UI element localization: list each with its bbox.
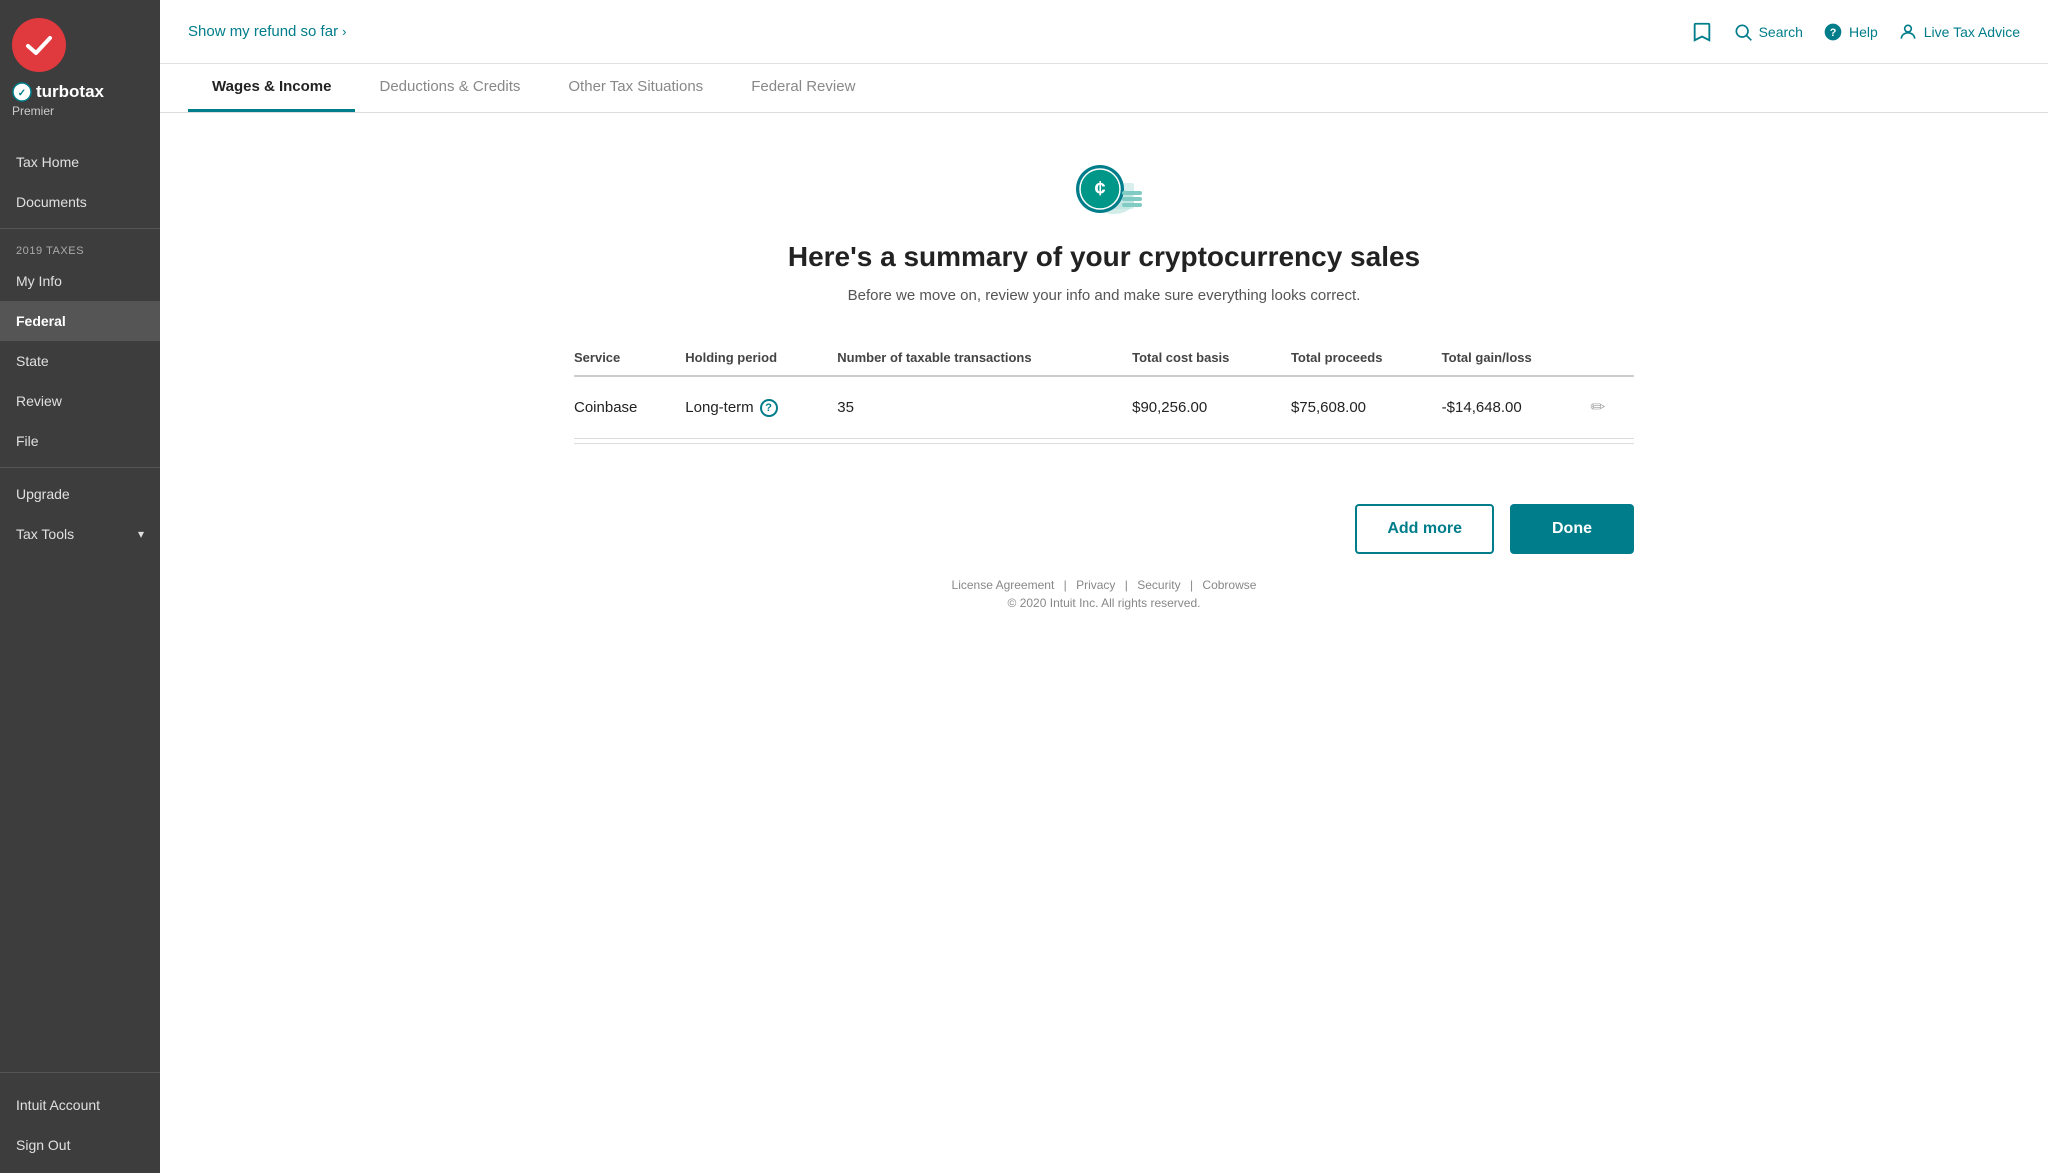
sidebar: ✓ turbotax Premier Tax Home Documents 20… [0,0,160,1173]
sidebar-item-sign-out[interactable]: Sign Out [0,1125,160,1165]
cell-transactions: 35 [837,376,1132,439]
refund-link[interactable]: Show my refund so far › [188,23,346,40]
topbar-actions: Search ? Help Live Tax Advice [1691,21,2020,43]
brand-name: turbotax [36,82,104,102]
footer-link-cobrowse[interactable]: Cobrowse [1202,578,1256,592]
sidebar-divider-1 [0,228,160,229]
cell-cost-basis: $90,256.00 [1132,376,1291,439]
sidebar-item-documents[interactable]: Documents [0,182,160,222]
cell-holding-period: Long-term ? [685,376,837,439]
sidebar-divider-2 [0,467,160,468]
tab-deductions-credits[interactable]: Deductions & Credits [355,64,544,112]
help-button[interactable]: ? Help [1823,22,1878,42]
main-content: Show my refund so far › Search ? Help [160,0,2048,1173]
col-header-proceeds: Total proceeds [1291,340,1442,376]
person-icon [1898,22,1918,42]
col-header-actions [1590,340,1634,376]
crypto-icon-area: ¢ [1064,153,1144,223]
edit-icon[interactable]: ✏ [1590,397,1605,417]
footer-link-security[interactable]: Security [1137,578,1180,592]
chevron-down-icon: ▾ [138,527,144,541]
page-title: Here's a summary of your cryptocurrency … [788,241,1420,273]
footer: License Agreement | Privacy | Security |… [952,554,1257,630]
sidebar-item-state[interactable]: State [0,341,160,381]
sidebar-item-review[interactable]: Review [0,381,160,421]
svg-text:✓: ✓ [18,88,26,99]
sidebar-item-federal[interactable]: Federal [0,301,160,341]
col-header-gain-loss: Total gain/loss [1442,340,1591,376]
help-icon: ? [1823,22,1843,42]
page-subtitle: Before we move on, review your info and … [848,287,1361,304]
checkmark-icon [23,29,55,61]
svg-text:¢: ¢ [1094,178,1105,200]
bookmark-icon[interactable] [1691,21,1713,43]
logo-area: ✓ turbotax Premier [0,0,160,134]
sidebar-item-tax-tools[interactable]: Tax Tools ▾ [0,514,160,554]
cell-proceeds: $75,608.00 [1291,376,1442,439]
live-tax-advice-button[interactable]: Live Tax Advice [1898,22,2020,42]
sidebar-navigation: Tax Home Documents 2019 TAXES My Info Fe… [0,134,160,1072]
topbar: Show my refund so far › Search ? Help [160,0,2048,64]
page-content: ¢ Here's a summary of your cryptocurrenc… [160,113,2048,1173]
footer-links: License Agreement | Privacy | Security |… [952,578,1257,592]
nav-tabs: Wages & Income Deductions & Credits Othe… [160,64,2048,113]
sidebar-item-intuit-account[interactable]: Intuit Account [0,1085,160,1125]
crypto-coins-icon: ¢ [1064,153,1144,223]
summary-table: Service Holding period Number of taxable… [574,340,1634,439]
done-button[interactable]: Done [1510,504,1634,554]
add-more-button[interactable]: Add more [1355,504,1494,554]
svg-text:?: ? [1830,27,1837,39]
footer-link-privacy[interactable]: Privacy [1076,578,1115,592]
col-header-holding: Holding period [685,340,837,376]
sidebar-item-my-info[interactable]: My Info [0,261,160,301]
turbotax-brand: ✓ turbotax [12,82,104,102]
tab-other-tax[interactable]: Other Tax Situations [544,64,727,112]
footer-copyright: © 2020 Intuit Inc. All rights reserved. [952,596,1257,610]
cell-service: Coinbase [574,376,685,439]
info-icon[interactable]: ? [760,399,778,417]
sidebar-section-label: 2019 TAXES [0,235,160,261]
col-header-service: Service [574,340,685,376]
table-row: Coinbase Long-term ? 35 $90,256.00 $75,6… [574,376,1634,439]
brand-tier: Premier [12,104,54,118]
search-button[interactable]: Search [1733,22,1803,42]
sidebar-item-tax-home[interactable]: Tax Home [0,142,160,182]
search-icon [1733,22,1753,42]
table-header-row: Service Holding period Number of taxable… [574,340,1634,376]
logo-circle [12,18,66,72]
cell-edit: ✏ [1590,376,1634,439]
sidebar-bottom: Intuit Account Sign Out [0,1072,160,1173]
intuit-logo-icon: ✓ [12,82,32,102]
sidebar-item-file[interactable]: File [0,421,160,461]
table-bottom-divider [574,443,1634,444]
tab-federal-review[interactable]: Federal Review [727,64,879,112]
col-header-transactions: Number of taxable transactions [837,340,1132,376]
action-buttons: Add more Done [574,504,1634,554]
refund-chevron-icon: › [342,24,346,39]
sidebar-item-upgrade[interactable]: Upgrade [0,474,160,514]
footer-link-license[interactable]: License Agreement [952,578,1055,592]
col-header-cost-basis: Total cost basis [1132,340,1291,376]
cell-gain-loss: -$14,648.00 [1442,376,1591,439]
tab-wages-income[interactable]: Wages & Income [188,64,355,112]
